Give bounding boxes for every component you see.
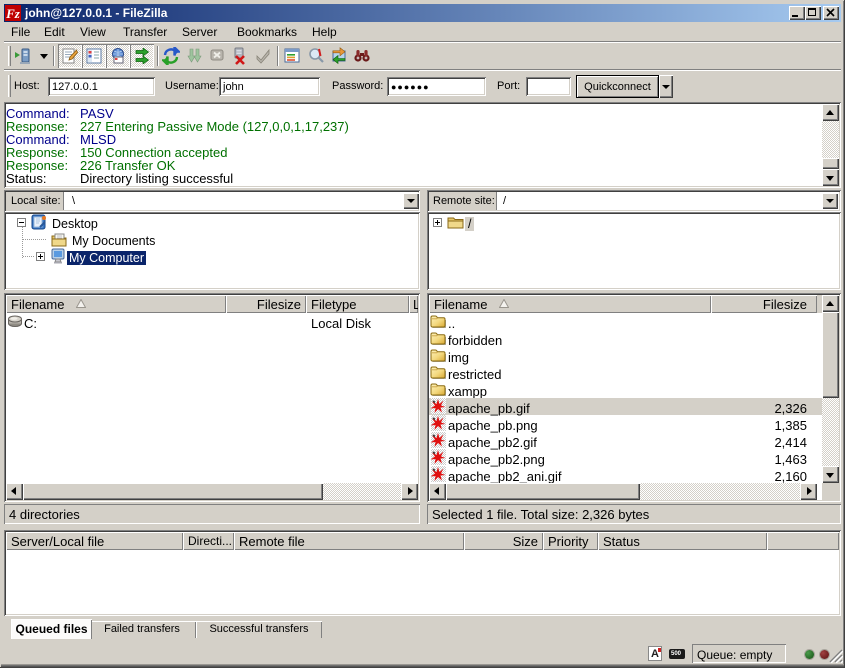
svg-text:Fz: Fz [5, 6, 21, 21]
